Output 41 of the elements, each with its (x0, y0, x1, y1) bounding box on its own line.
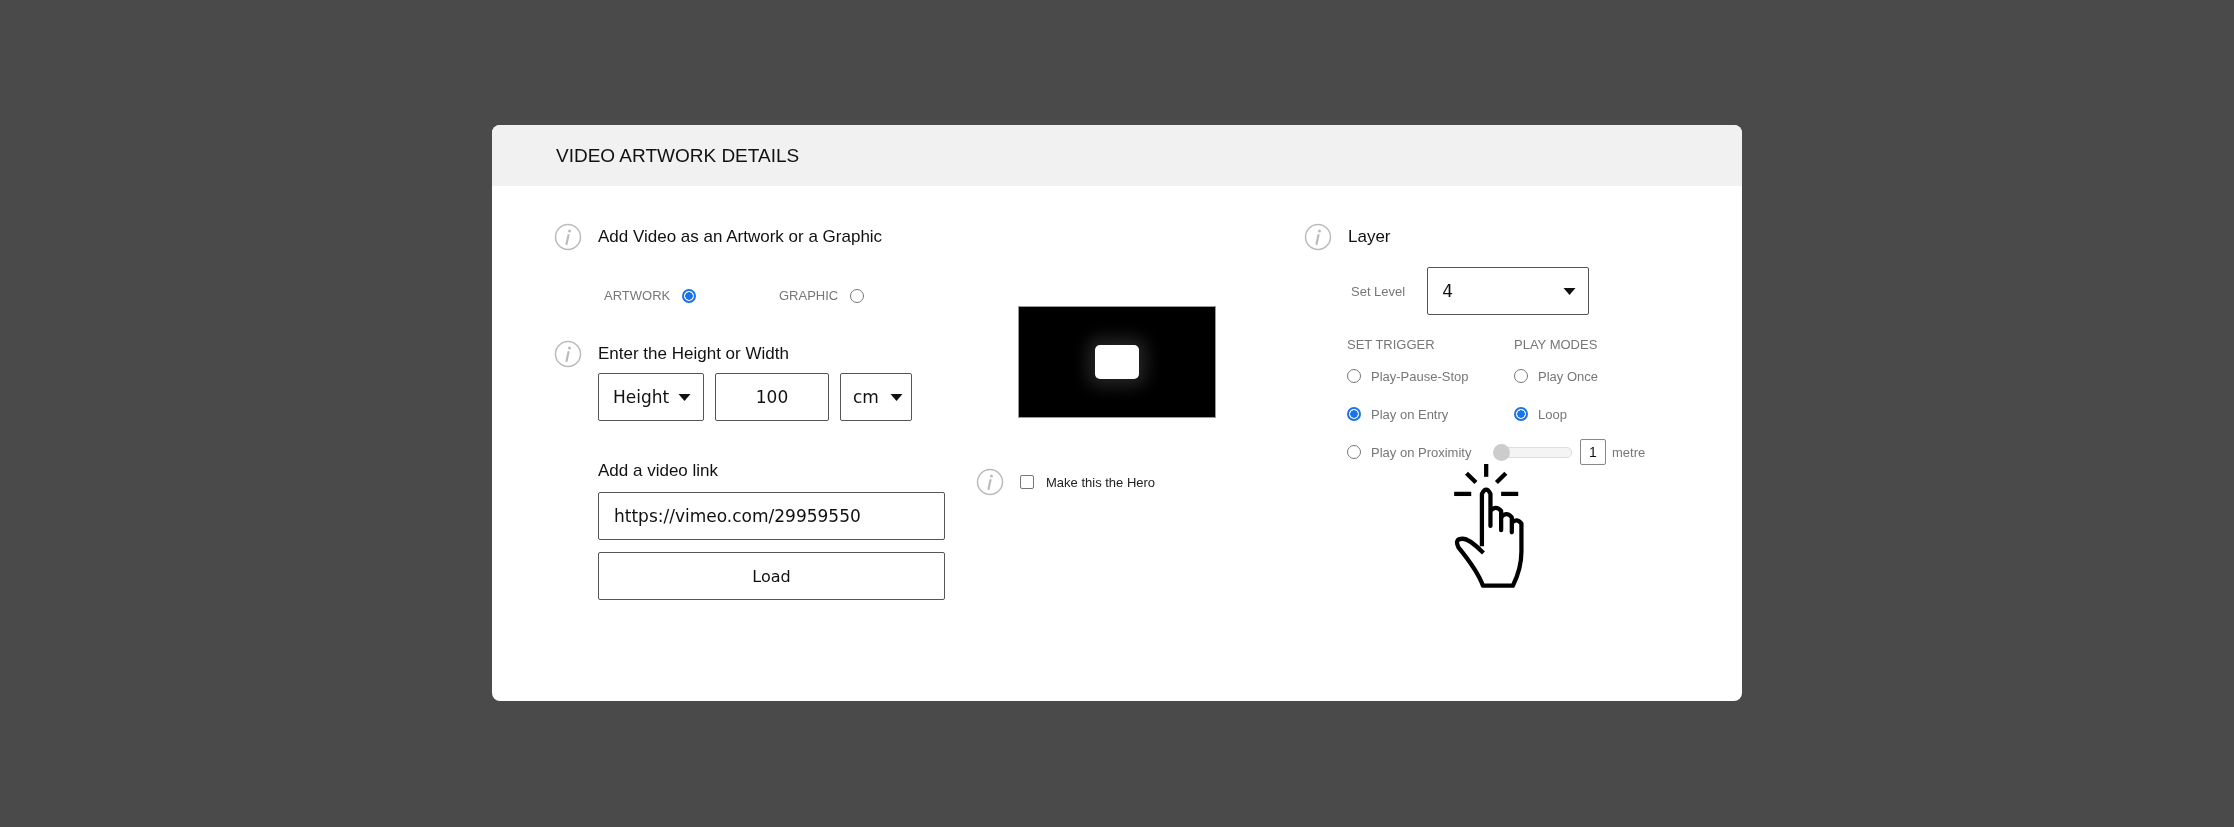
section-heading: Layer (1348, 227, 1391, 247)
checkbox-label: Make this the Hero (1046, 474, 1156, 490)
radio-label: GRAPHIC (779, 288, 839, 303)
size-input[interactable]: 100 (715, 373, 829, 421)
info-icon[interactable] (554, 223, 582, 251)
radio-button[interactable] (1514, 369, 1528, 383)
group-heading: PLAY MODES (1514, 337, 1599, 352)
radio-label: Play Once (1538, 368, 1598, 384)
level-dropdown[interactable]: 4 (1427, 267, 1590, 315)
section-heading: Enter the Height or Width (598, 344, 789, 364)
url-input[interactable]: https://vimeo.com/29959550 (598, 492, 945, 540)
info-icon[interactable] (976, 468, 1004, 496)
hero-checkbox[interactable] (1020, 475, 1034, 489)
group-heading: SET TRIGGER (1347, 337, 1436, 352)
info-icon[interactable] (1304, 223, 1332, 251)
caret-icon (1563, 287, 1577, 295)
unit-dropdown[interactable]: cm (840, 373, 912, 421)
radio-label: Play on Proximity (1371, 444, 1472, 460)
field-label: Set Level (1351, 283, 1406, 299)
dimension-dropdown[interactable]: Height (598, 373, 704, 421)
radio-button[interactable] (850, 288, 865, 303)
unit-label: metre (1612, 444, 1646, 460)
radio-button[interactable] (1347, 369, 1361, 383)
section-heading: Add a video link (598, 461, 720, 481)
radio-button[interactable] (1347, 407, 1361, 421)
distance-slider[interactable] (1494, 446, 1572, 458)
dialog-title: VIDEO ARTWORK DETAILS (556, 144, 800, 167)
slider-thumb[interactable] (1493, 443, 1510, 461)
radio-label: ARTWORK (604, 288, 671, 303)
caret-icon (678, 393, 691, 401)
section-heading: Add Video as an Artwork or a Graphic (598, 227, 883, 247)
caret-icon (890, 393, 903, 401)
distance-input[interactable]: 1 (1580, 439, 1606, 465)
radio-label: Loop (1538, 406, 1567, 422)
radio-label: Play on Entry (1371, 406, 1449, 422)
radio-button[interactable] (1347, 445, 1361, 459)
radio-label: Play-Pause-Stop (1371, 368, 1469, 384)
info-icon[interactable] (554, 340, 582, 368)
radio-button[interactable] (1514, 407, 1528, 421)
load-button[interactable]: Load (598, 552, 945, 600)
radio-button[interactable] (682, 288, 697, 303)
